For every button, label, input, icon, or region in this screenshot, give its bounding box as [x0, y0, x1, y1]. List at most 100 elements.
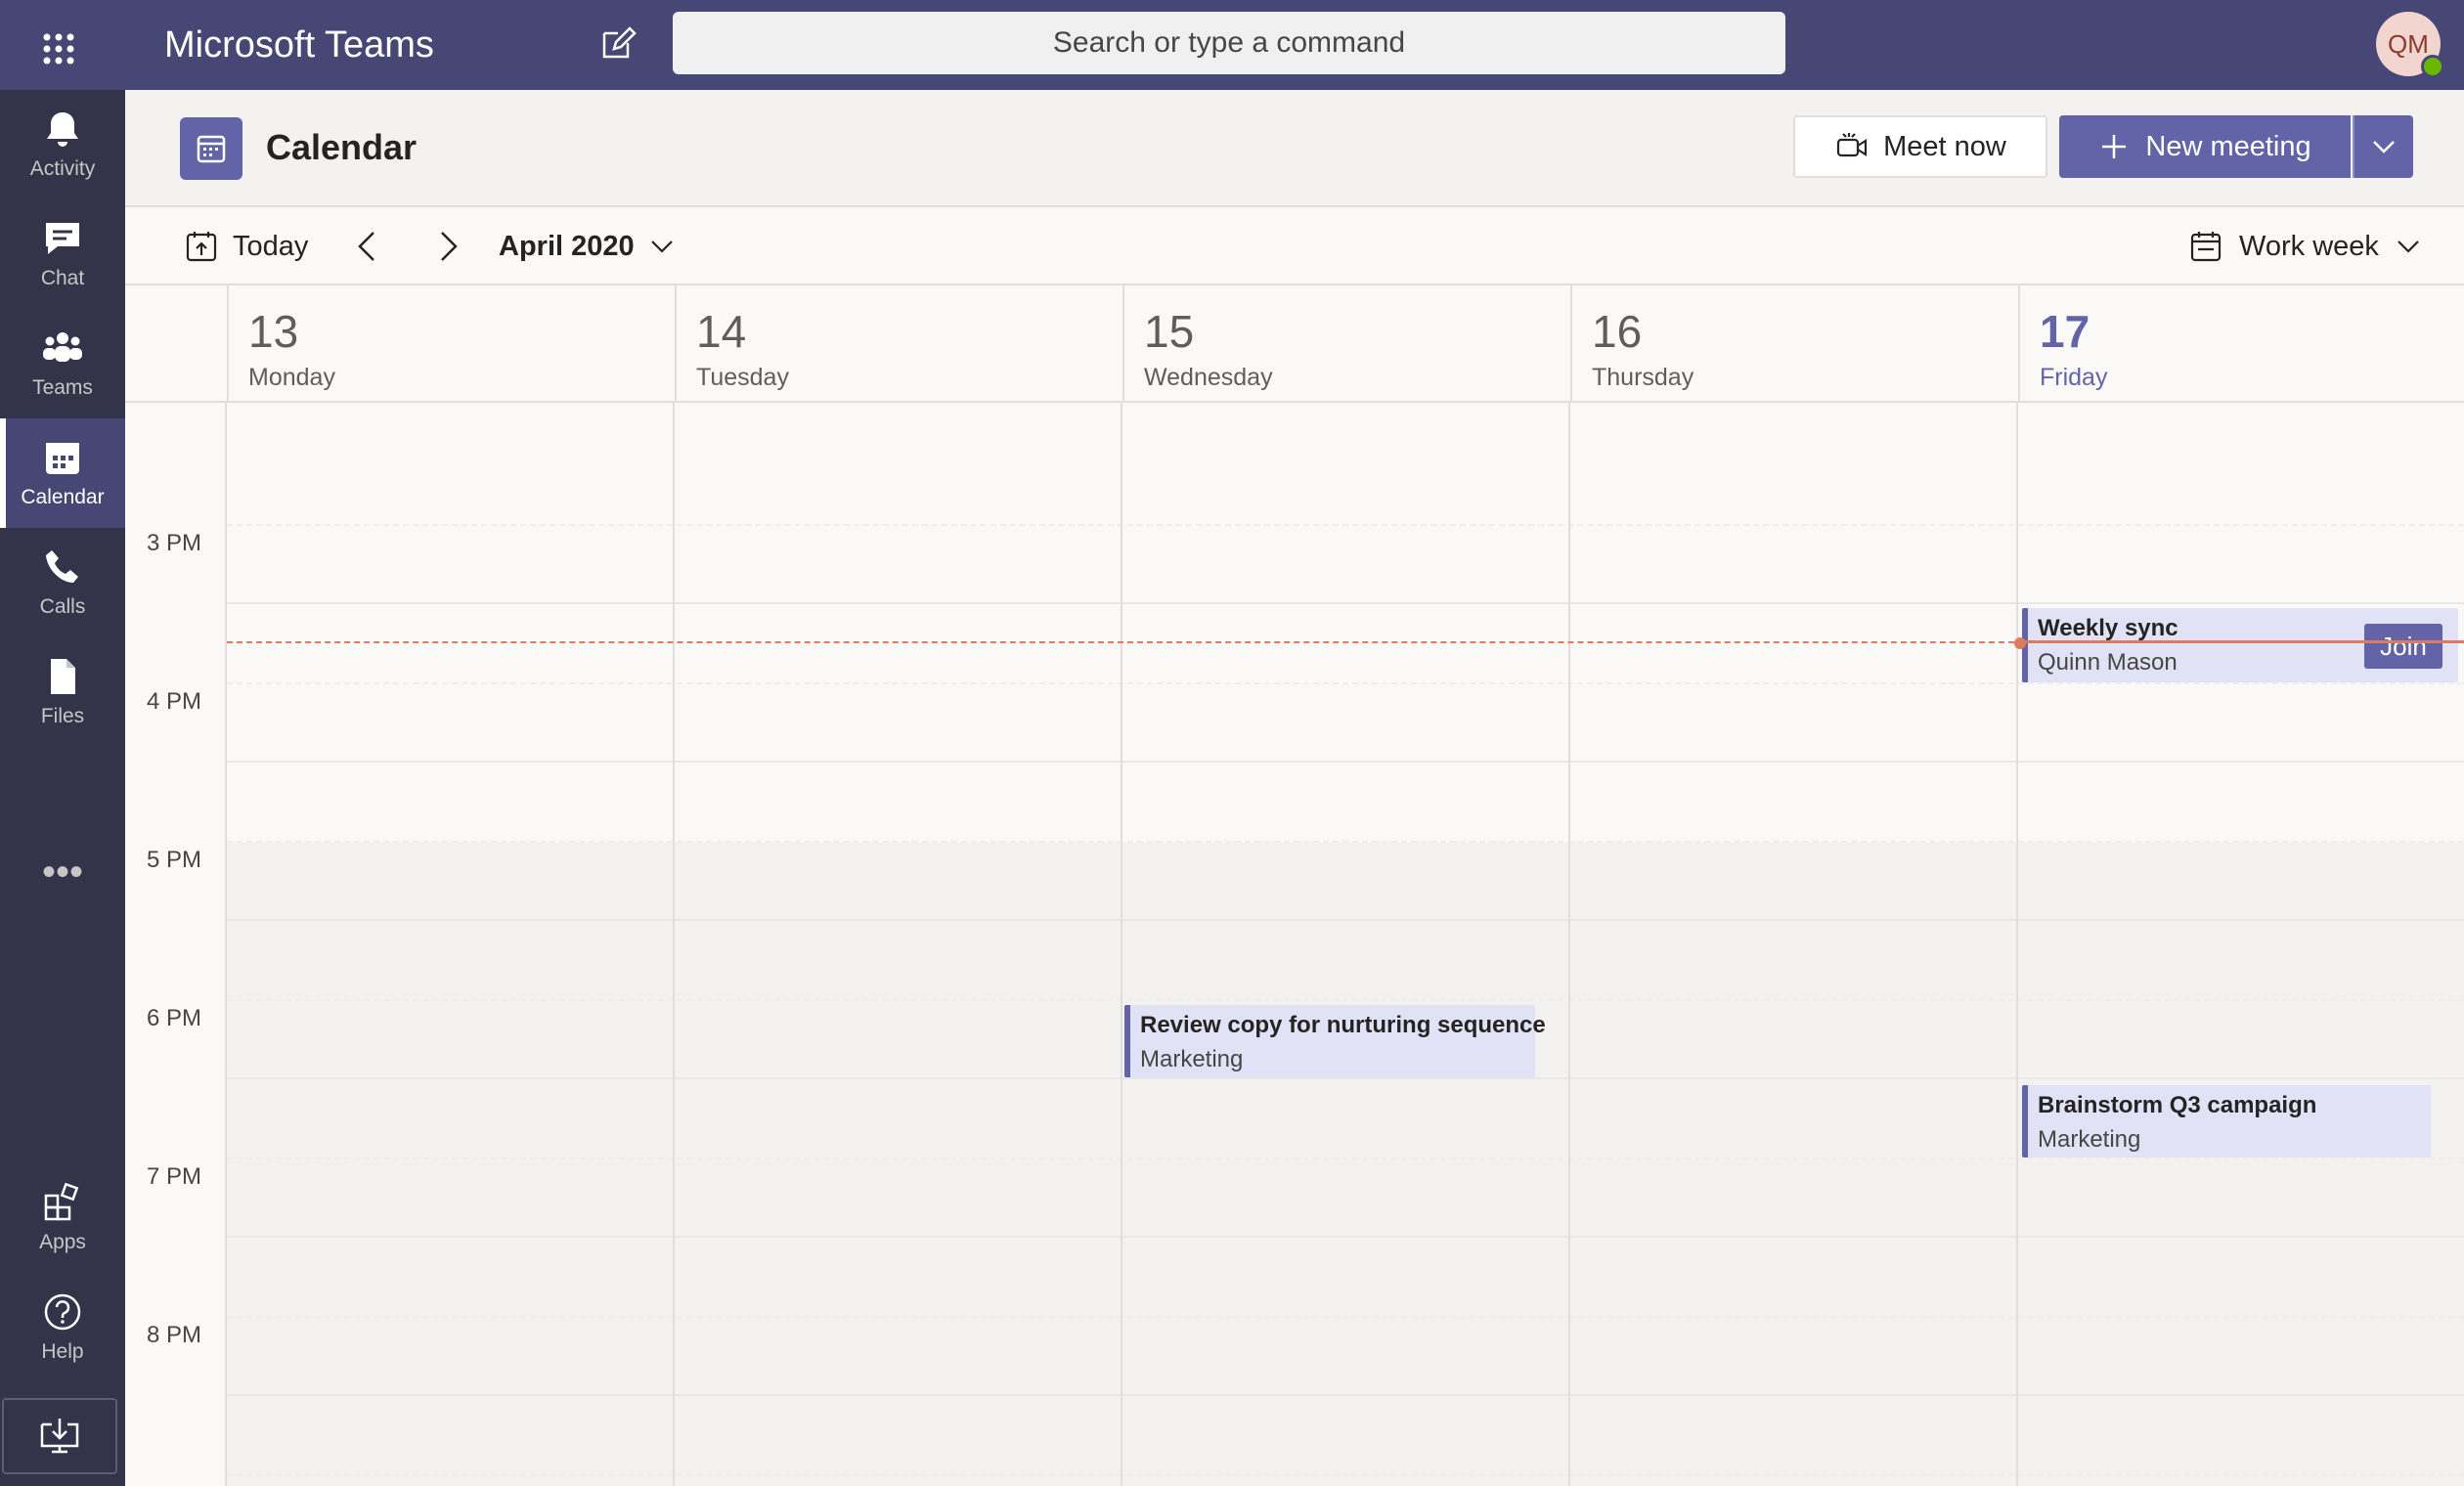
- half-hour-line: [227, 1316, 2464, 1318]
- event-brainstorm-q3[interactable]: Brainstorm Q3 campaign Marketing: [2022, 1085, 2431, 1158]
- chevron-left-icon: [358, 232, 374, 261]
- hour-line: [227, 919, 2464, 921]
- calendar-grid: 13 Monday 14 Tuesday 15 Wednesday 16 Thu…: [125, 285, 2464, 1486]
- day-name: Wednesday: [1144, 364, 1273, 391]
- rail-item-label: Calendar: [21, 486, 105, 508]
- day-name: Monday: [248, 364, 335, 391]
- column-divider: [225, 403, 227, 1486]
- off-hours-band: [227, 843, 2464, 1486]
- day-name: Tuesday: [696, 364, 789, 391]
- day-number: 14: [696, 306, 747, 357]
- current-time-line-today: [2020, 640, 2464, 643]
- rail-item-help[interactable]: Help: [0, 1273, 125, 1382]
- rail-item-label: Files: [40, 705, 85, 727]
- rail-item-chat[interactable]: Chat: [0, 199, 125, 309]
- rail-item-label: Teams: [32, 376, 93, 399]
- next-week-button[interactable]: [428, 227, 467, 266]
- event-subtitle: Marketing: [1140, 1046, 1244, 1072]
- avatar[interactable]: QM: [2376, 12, 2444, 78]
- presence-available-icon: [2421, 55, 2444, 78]
- view-label: Work week: [2239, 230, 2379, 262]
- day-number: 17: [2040, 306, 2090, 357]
- rail-item-label: Calls: [39, 595, 86, 618]
- calendar-icon: [46, 443, 79, 474]
- day-header-friday[interactable]: 17 Friday: [2018, 285, 2464, 403]
- hour-line: [227, 1077, 2464, 1079]
- rail-item-label: Apps: [39, 1231, 86, 1253]
- rail-item-teams[interactable]: Teams: [0, 309, 125, 418]
- hour-line: [227, 1394, 2464, 1396]
- compose-icon[interactable]: [596, 22, 639, 65]
- current-time-line: [227, 641, 2024, 643]
- chevron-down-icon: [2398, 240, 2419, 253]
- half-hour-line: [227, 1474, 2464, 1476]
- app-launcher-icon[interactable]: [27, 18, 90, 80]
- day-header-thursday[interactable]: 16 Thursday: [1570, 285, 2018, 403]
- rail-item-files[interactable]: Files: [0, 637, 125, 747]
- day-header-tuesday[interactable]: 14 Tuesday: [675, 285, 1122, 403]
- current-time-dot: [2014, 637, 2026, 649]
- today-label: Today: [233, 230, 309, 262]
- chevron-right-icon: [441, 232, 458, 261]
- plus-icon: [2102, 135, 2127, 158]
- day-header-wednesday[interactable]: 15 Wednesday: [1122, 285, 1570, 403]
- day-name: Thursday: [1592, 364, 1694, 391]
- event-weekly-sync[interactable]: Weekly sync Quinn Mason Join: [2022, 608, 2458, 682]
- calendar-app-icon: [180, 117, 242, 180]
- time-label: 7 PM: [146, 1163, 201, 1190]
- join-button[interactable]: Join: [2364, 624, 2442, 669]
- event-title: Brainstorm Q3 campaign: [2038, 1092, 2317, 1118]
- half-hour-line: [227, 999, 2464, 1001]
- bell-icon: [47, 112, 78, 147]
- time-label: 3 PM: [146, 530, 201, 556]
- time-label: 8 PM: [146, 1322, 201, 1348]
- time-gutter-header: [125, 285, 227, 403]
- previous-week-button[interactable]: [348, 227, 387, 266]
- half-hour-line: [227, 524, 2464, 526]
- rail-item-calls[interactable]: Calls: [0, 528, 125, 637]
- rail-item-label: Activity: [29, 157, 96, 180]
- half-hour-line: [227, 682, 2464, 684]
- meet-now-button[interactable]: Meet now: [1793, 115, 2047, 178]
- rail-item-activity[interactable]: Activity: [0, 90, 125, 199]
- month-picker[interactable]: April 2020: [499, 225, 676, 268]
- rail-item-apps[interactable]: Apps: [0, 1163, 125, 1273]
- calendar-toolbar: Today April 2020 Work week: [125, 207, 2464, 285]
- chevron-down-icon: [650, 240, 673, 253]
- file-icon: [51, 659, 75, 694]
- apps-icon: [44, 1182, 79, 1221]
- today-button[interactable]: Today: [184, 225, 308, 268]
- column-divider: [1568, 403, 1570, 1486]
- calendar-view-icon: [2190, 232, 2222, 262]
- column-divider: [2016, 403, 2018, 1486]
- new-meeting-options-button[interactable]: [2353, 115, 2413, 178]
- half-hour-line: [227, 1158, 2464, 1159]
- more-apps-icon[interactable]: •••: [0, 852, 125, 892]
- view-switcher[interactable]: Work week: [2188, 225, 2422, 268]
- chat-icon: [46, 223, 79, 254]
- rail-item-calendar[interactable]: Calendar: [0, 418, 125, 528]
- chevron-down-icon: [2373, 141, 2395, 153]
- day-header-monday[interactable]: 13 Monday: [227, 285, 675, 403]
- teams-icon: [43, 332, 82, 362]
- event-review-copy[interactable]: Review copy for nurturing sequence Marke…: [1124, 1005, 1546, 1077]
- top-bar: Microsoft Teams QM: [0, 0, 2464, 90]
- column-divider: [1121, 403, 1122, 1486]
- hour-line: [227, 1236, 2464, 1238]
- time-grid: 3 PM 4 PM 5 PM 6 PM 7 PM 8 PM Weekly syn…: [125, 403, 2464, 1486]
- video-camera-icon: [1837, 133, 1868, 157]
- phone-icon: [46, 550, 78, 583]
- rail-item-label: Chat: [40, 267, 85, 289]
- event-title: Review copy for nurturing sequence: [1140, 1012, 1546, 1038]
- download-icon: [40, 1419, 79, 1454]
- day-number: 16: [1592, 306, 1643, 357]
- calendar-header: Calendar Meet now New meeting: [125, 90, 2464, 207]
- download-app-button[interactable]: [2, 1398, 117, 1474]
- day-number: 13: [248, 306, 299, 357]
- time-label: 5 PM: [146, 847, 201, 873]
- calendar-today-icon: [186, 232, 217, 262]
- avatar-initials: QM: [2388, 28, 2429, 59]
- new-meeting-button[interactable]: New meeting: [2059, 115, 2351, 178]
- search-input[interactable]: [673, 12, 1785, 74]
- app-title: Microsoft Teams: [164, 24, 434, 66]
